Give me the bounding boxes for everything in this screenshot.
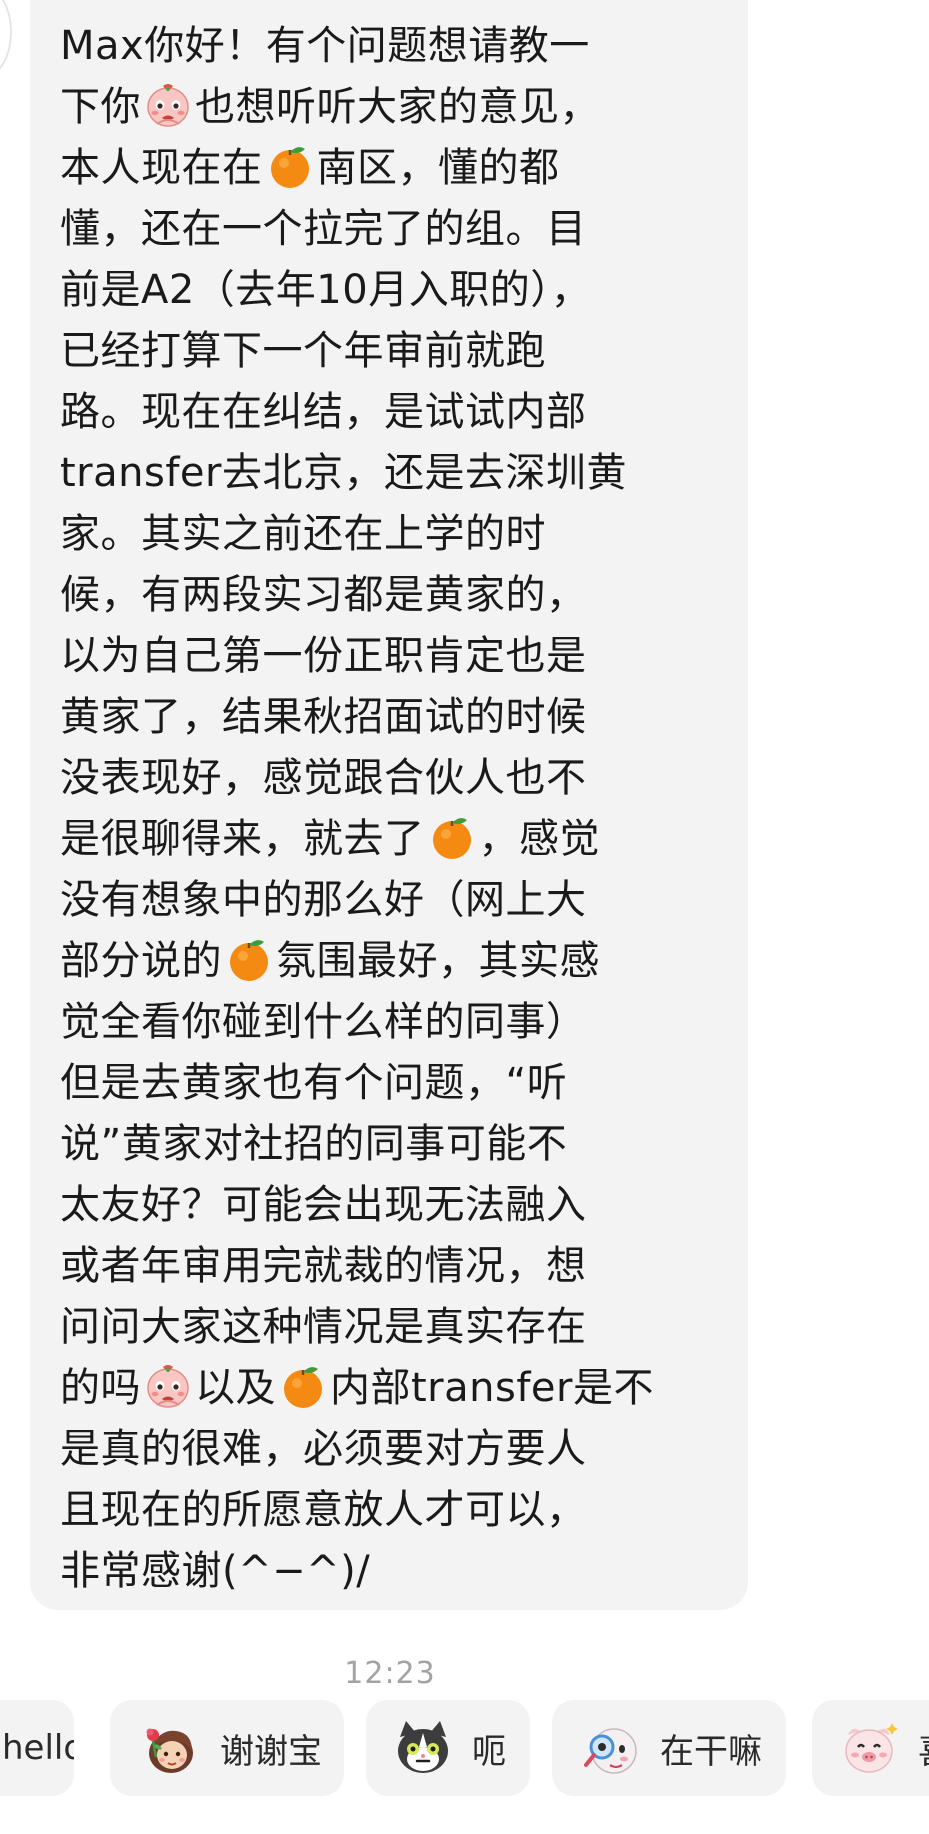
message-line: 家。其实之前还在上学的时	[60, 504, 728, 565]
message-text-segment: ，感觉	[478, 816, 600, 862]
quick-reply-uh[interactable]: 呃	[366, 1700, 530, 1796]
quick-reply-label: 在干嘛	[660, 1731, 762, 1772]
message-timestamp: 12:23	[344, 1656, 436, 1691]
message-text-segment: 或者年审用完就裁的情况，想	[60, 1243, 587, 1289]
message-text-segment: 南区，懂的都	[316, 145, 560, 191]
quick-reply-label: 喜	[918, 1724, 929, 1773]
message-text-segment: 太友好？可能会出现无法融入	[60, 1182, 587, 1228]
message-line: 但是去黄家也有个问题，“听	[60, 1053, 728, 1114]
message-line: 本人现在在 南区，懂的都	[60, 138, 728, 199]
message-text-segment: 氛围最好，其实感	[276, 938, 600, 984]
message-text-segment: 以及	[195, 1365, 276, 1411]
message-line: 没有想象中的那么好（网上大	[60, 870, 728, 931]
quick-reply-bar: hello 谢谢宝 呃 在干嘛	[0, 1700, 929, 1796]
message-text: Max你好！有个问题想请教一 下你 也想听听大家的意见， 本人现在在 南区，懂的都懂，还…	[60, 16, 728, 1602]
message-text-segment: 非常感谢(^−^)/	[60, 1548, 371, 1594]
quick-reply-label: 呃	[472, 1731, 506, 1772]
message-text-segment: 没表现好，感觉跟合伙人也不	[60, 755, 587, 801]
message-text-segment: 是真的很难，必须要对方要人	[60, 1426, 587, 1472]
message-text-segment: Max你好！有个问题想请教一	[60, 23, 590, 69]
message-text-segment: 没有想象中的那么好（网上大	[60, 877, 587, 923]
message-line: 是真的很难，必须要对方要人	[60, 1419, 728, 1480]
message-line: 是很聊得来，就去了 ，感觉	[60, 809, 728, 870]
quick-reply-happy[interactable]: 喜	[812, 1700, 929, 1796]
orange-emoji-icon	[278, 1361, 328, 1411]
message-line: 路。现在在纠结，是试试内部	[60, 382, 728, 443]
message-text-segment: 前是A2（去年10月入职的），	[60, 267, 592, 313]
message-line: 问问大家这种情况是真实存在	[60, 1297, 728, 1358]
message-text-segment: 的吗	[60, 1365, 141, 1411]
message-line: 觉全看你碰到什么样的同事）	[60, 992, 728, 1053]
quick-reply-thanks[interactable]: 谢谢宝	[110, 1700, 344, 1796]
message-text-segment: 内部transfer是不	[330, 1365, 654, 1411]
orange-emoji-icon	[427, 812, 477, 862]
message-line: 前是A2（去年10月入职的），	[60, 260, 728, 321]
message-text-segment: 候，有两段实习都是黄家的，	[60, 572, 587, 618]
message-line: 部分说的 氛围最好，其实感	[60, 931, 728, 992]
message-text-segment: 路。现在在纠结，是试试内部	[60, 389, 587, 435]
message-text-segment: 觉全看你碰到什么样的同事）	[60, 999, 587, 1045]
message-line: 候，有两段实习都是黄家的，	[60, 565, 728, 626]
message-text-segment: 说”黄家对社招的同事可能不	[60, 1121, 568, 1167]
message-text-segment: 但是去黄家也有个问题，“听	[60, 1060, 568, 1106]
message-line: transfer去北京，还是去深圳黄	[60, 443, 728, 504]
orange-emoji-icon	[265, 141, 315, 191]
pig-sticker-icon	[838, 1717, 900, 1779]
girl-rose-sticker-icon	[140, 1717, 202, 1779]
message-text-segment: 已经打算下一个年审前就跑	[60, 328, 546, 374]
quick-reply-label: 谢谢宝	[220, 1731, 322, 1772]
quick-reply-label: hello	[2, 1728, 74, 1768]
message-line: 以为自己第一份正职肯定也是	[60, 626, 728, 687]
message-text-segment: 且现在的所愿意放人才可以，	[60, 1487, 587, 1533]
message-line: 没表现好，感觉跟合伙人也不	[60, 748, 728, 809]
message-text-segment: 下你	[60, 84, 141, 130]
quick-reply-hello[interactable]: hello	[0, 1700, 74, 1796]
sender-avatar[interactable]	[0, 0, 12, 78]
pink-face-emoji-icon	[143, 80, 193, 130]
message-line: Max你好！有个问题想请教一	[60, 16, 728, 77]
message-text-segment: 问问大家这种情况是真实存在	[60, 1304, 587, 1350]
magnifier-sticker-icon	[580, 1717, 642, 1779]
message-text-segment: 本人现在在	[60, 145, 263, 191]
message-text-segment: 家。其实之前还在上学的时	[60, 511, 546, 557]
message-line: 黄家了，结果秋招面试的时候	[60, 687, 728, 748]
cat-sticker-icon	[392, 1717, 454, 1779]
message-text-segment: transfer去北京，还是去深圳黄	[60, 450, 627, 496]
message-line: 且现在的所愿意放人才可以，	[60, 1480, 728, 1541]
message-text-segment: 懂，还在一个拉完了的组。目	[60, 206, 587, 252]
message-line: 下你 也想听听大家的意见，	[60, 77, 728, 138]
message-text-segment: 也想听听大家的意见，	[195, 84, 600, 130]
message-line: 或者年审用完就裁的情况，想	[60, 1236, 728, 1297]
orange-emoji-icon	[224, 934, 274, 984]
message-text-segment: 是很聊得来，就去了	[60, 816, 425, 862]
message-line: 说”黄家对社招的同事可能不	[60, 1114, 728, 1175]
message-line: 的吗 以及 内部transfer是不	[60, 1358, 728, 1419]
message-text-segment: 部分说的	[60, 938, 222, 984]
message-line: 太友好？可能会出现无法融入	[60, 1175, 728, 1236]
quick-reply-doing[interactable]: 在干嘛	[552, 1700, 786, 1796]
message-line: 非常感谢(^−^)/	[60, 1541, 728, 1602]
message-line: 懂，还在一个拉完了的组。目	[60, 199, 728, 260]
pink-face-emoji-icon	[143, 1361, 193, 1411]
message-text-segment: 黄家了，结果秋招面试的时候	[60, 694, 587, 740]
message-line: 已经打算下一个年审前就跑	[60, 321, 728, 382]
message-text-segment: 以为自己第一份正职肯定也是	[60, 633, 587, 679]
